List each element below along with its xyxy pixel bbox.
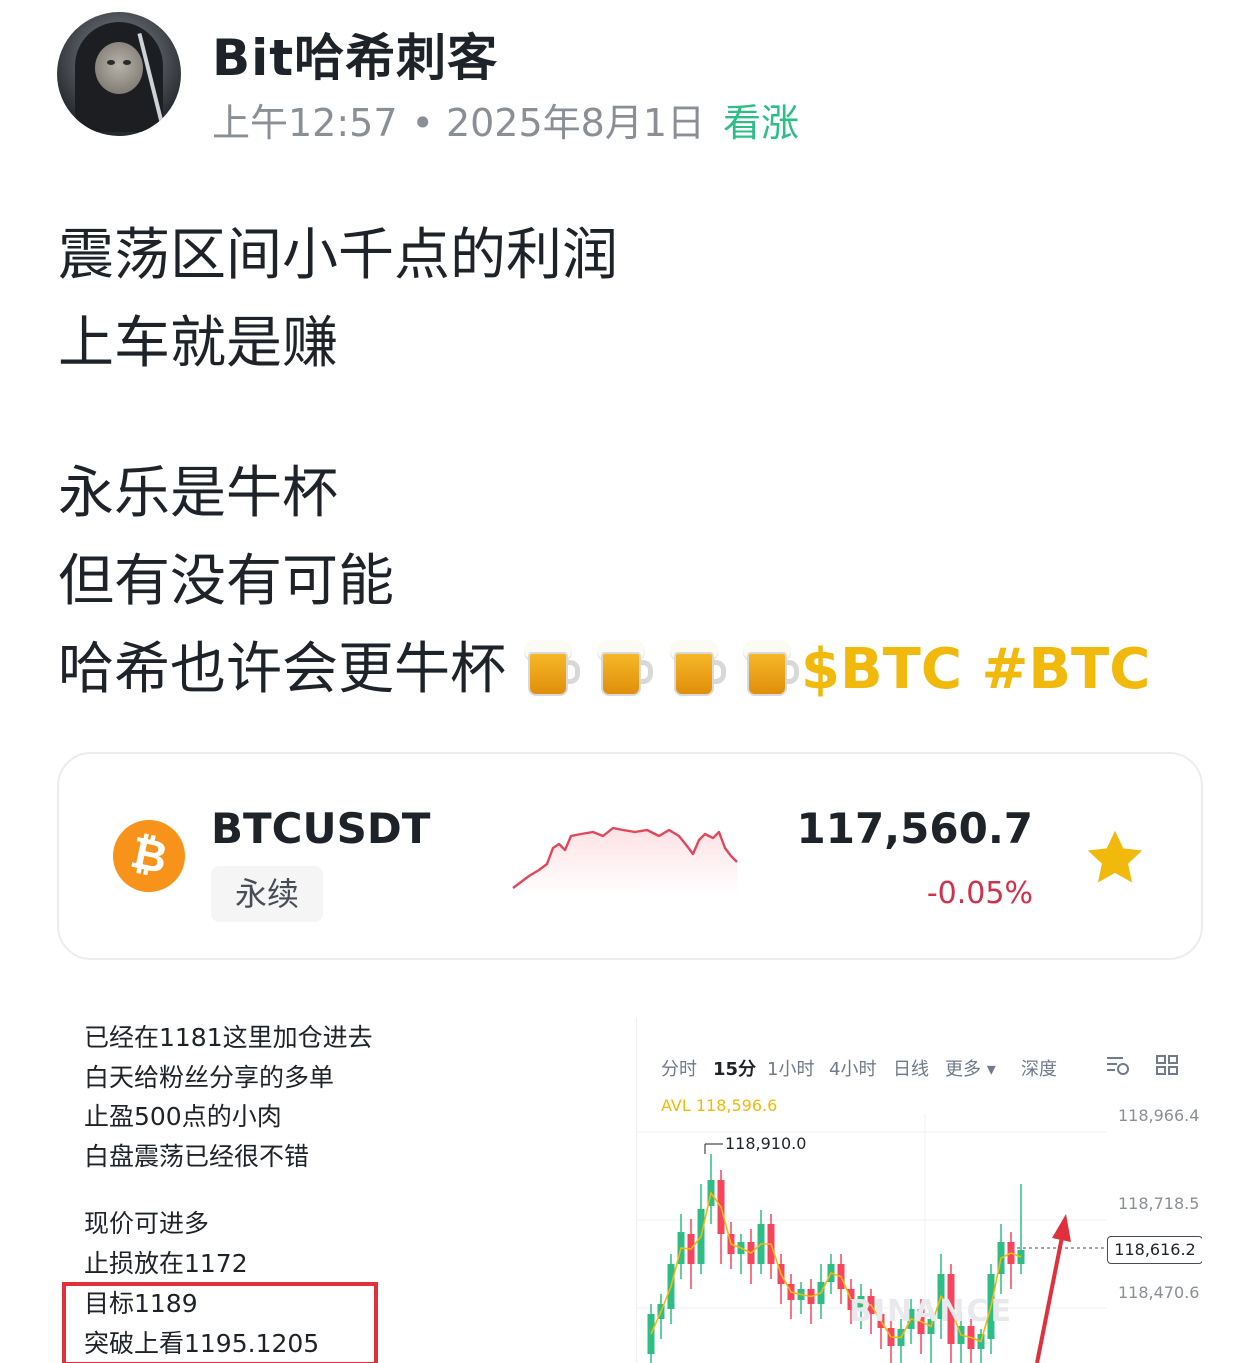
note-line: 现价可进多 — [84, 1209, 210, 1238]
post-body: 震荡区间小千点的利润 上车就是赚 永乐是牛杯 但有没有可能 哈希也许会更牛杯 $B… — [58, 212, 1150, 714]
bitcoin-icon: ₿ — [106, 813, 192, 899]
attached-image-chart[interactable]: 分时 15分 1小时 4小时 日线 更多 ▾ 深度 AVL 118,596.6 … — [636, 1018, 1202, 1363]
post-time: 上午12:57 — [212, 101, 398, 145]
post-line: 但有没有可能 — [58, 549, 394, 614]
star-icon[interactable] — [1083, 826, 1147, 890]
note-line: 白盘震荡已经很不错 — [84, 1142, 310, 1171]
high-price-label: 118,910.0 — [725, 1134, 807, 1153]
ticker-change: -0.05% — [926, 876, 1033, 911]
annotation-arrow-shaft — [1035, 1231, 1065, 1363]
timeframe-tab: 1小时 — [767, 1059, 815, 1080]
timeframe-tab: 分时 — [661, 1059, 697, 1080]
timeframe-tab-more: 更多 ▾ — [945, 1059, 996, 1080]
price-sparkline — [512, 826, 738, 896]
post-line-text: 哈希也许会更牛杯 — [58, 637, 506, 702]
y-axis-label: 118,966.4 — [1118, 1106, 1200, 1125]
avatar-face — [95, 42, 143, 94]
timeframe-tab: 深度 — [1021, 1059, 1057, 1080]
author-avatar[interactable] — [57, 12, 181, 136]
post-meta: 上午12:57 • 2025年8月1日 看涨 — [212, 92, 799, 147]
separator-dot: • — [411, 101, 434, 145]
post-line: 上车就是赚 — [58, 311, 338, 376]
timeframe-tab: 日线 — [893, 1059, 929, 1080]
note-line: 已经在1181这里加仓进去 — [84, 1023, 373, 1052]
y-axis-label: 118,470.6 — [1118, 1283, 1200, 1302]
timeframe-tab-active: 15分 — [713, 1059, 757, 1080]
post-line-last: 哈希也许会更牛杯 $BTC #BTC — [58, 626, 1150, 714]
note-line: 白天给粉丝分享的多单 — [84, 1063, 335, 1092]
sentiment-badge: 看涨 — [723, 101, 800, 145]
contract-type-badge: 永续 — [211, 866, 323, 922]
post-line: 震荡区间小千点的利润 — [58, 223, 618, 288]
post-line: 永乐是牛杯 — [58, 461, 338, 526]
cashtag-links[interactable]: $BTC #BTC — [801, 637, 1150, 702]
beer-mug-icon — [743, 638, 799, 696]
highlight-box — [62, 1282, 378, 1363]
avatar-eye — [107, 60, 115, 65]
annotation-arrow-head — [1052, 1214, 1071, 1242]
beer-mug-icon — [670, 638, 726, 696]
avl-indicator: AVL 118,596.6 — [661, 1096, 778, 1115]
ticker-card[interactable]: ₿ BTCUSDT 永续 117,560.7 -0.05% — [57, 752, 1203, 960]
note-line: 止损放在1172 — [84, 1249, 248, 1278]
indicator-settings-icon — [1107, 1057, 1129, 1075]
beer-mug-icon — [597, 638, 653, 696]
post-date: 2025年8月1日 — [445, 101, 705, 145]
grid-layout-icon — [1156, 1055, 1178, 1075]
ticker-symbol: BTCUSDT — [211, 804, 431, 853]
ticker-price: 117,560.7 — [796, 804, 1033, 853]
avatar-eye — [123, 60, 131, 65]
attached-image-notes[interactable]: 已经在1181这里加仓进去 白天给粉丝分享的多单 止盈500点的小肉 白盘震荡已… — [62, 1018, 626, 1363]
y-axis-label: 118,718.5 — [1118, 1194, 1200, 1213]
current-price-marker: 118,616.2 — [1107, 1236, 1202, 1264]
timeframe-tab: 4小时 — [829, 1059, 877, 1080]
beer-mug-icon — [524, 638, 580, 696]
exchange-watermark: BINANCE — [849, 1294, 1013, 1329]
note-line: 止盈500点的小肉 — [84, 1102, 282, 1131]
author-name[interactable]: Bit哈希刺客 — [212, 18, 498, 90]
